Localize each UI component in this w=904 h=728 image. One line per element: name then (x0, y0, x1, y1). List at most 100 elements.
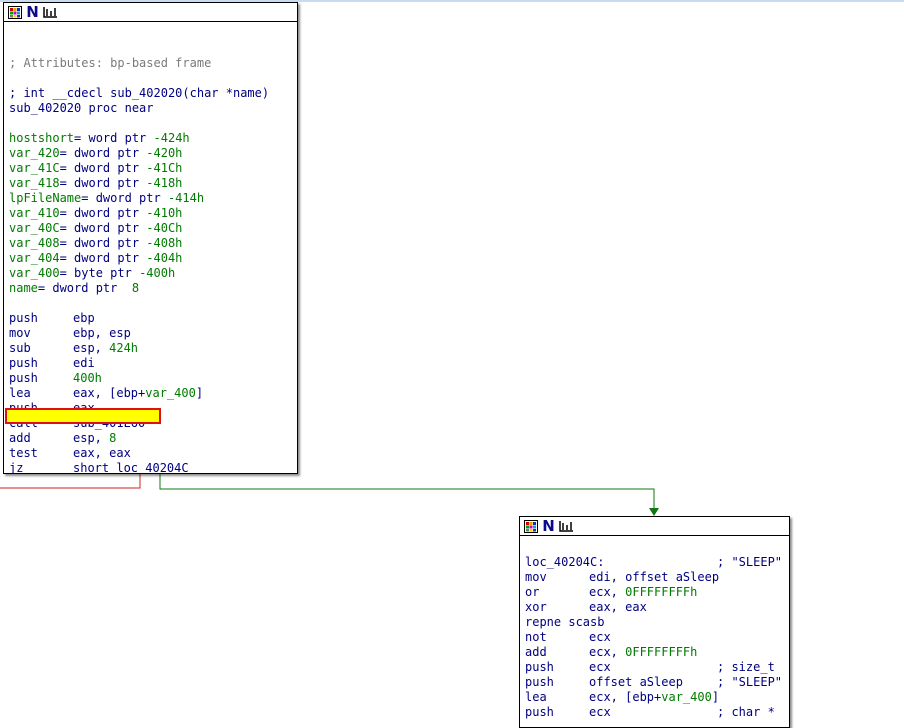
code-line[interactable]: push ecx ; size_t (525, 660, 789, 675)
code-line[interactable]: push edi (9, 356, 297, 371)
mnemonic: push (525, 675, 554, 689)
operand: ecx, (589, 585, 626, 599)
code-line[interactable]: var_410= dword ptr -410h (9, 206, 297, 221)
mnemonic: add (525, 645, 547, 659)
code-line[interactable]: lpFileName= dword ptr -414h (9, 191, 297, 206)
code-block-sub-402020[interactable]: N ; Attributes: bp-based frame ; int __cd… (3, 2, 298, 474)
code-line[interactable]: name= dword ptr 8 (9, 281, 297, 296)
code-comment: ; int __cdecl sub_402020(char *name) (9, 86, 270, 100)
code-line[interactable]: test eax, eax (9, 446, 297, 461)
operand: var_400 (661, 690, 712, 704)
code-line[interactable]: not ecx (525, 630, 789, 645)
operands: ecx, 0FFFFFFFFh (589, 645, 697, 659)
stack-var-name: var_41C (9, 161, 60, 175)
stack-var-name: name (9, 281, 38, 295)
stack-var-type: = dword ptr (59, 221, 147, 235)
stack-var-type: = dword ptr (59, 176, 147, 190)
code-line[interactable]: loc_40204C: ; "SLEEP" (525, 555, 789, 570)
mnemonic: sub (9, 341, 31, 355)
code-line[interactable] (9, 41, 297, 56)
code-line[interactable]: var_408= dword ptr -408h (9, 236, 297, 251)
operands: eax, [ebp+var_400] (73, 386, 203, 400)
code-line[interactable]: push ebp (9, 311, 297, 326)
code-line[interactable] (9, 26, 297, 41)
color-grid-icon[interactable] (523, 519, 538, 533)
mnemonic: push (9, 311, 38, 325)
code-line[interactable]: repne scasb (525, 615, 789, 630)
code-comment: ; "SLEEP" (717, 555, 783, 569)
code-line[interactable]: sub_402020 proc near (9, 101, 297, 116)
code-line[interactable]: var_400= byte ptr -400h (9, 266, 297, 281)
code-line[interactable] (9, 296, 297, 311)
code-line[interactable]: push offset aSleep ; "SLEEP" (525, 675, 789, 690)
code-line[interactable]: var_420= dword ptr -420h (9, 146, 297, 161)
code-line[interactable]: add ecx, 0FFFFFFFFh (525, 645, 789, 660)
operand: var_400 (145, 386, 196, 400)
operand: ] (195, 386, 204, 400)
code-line[interactable] (9, 71, 297, 86)
operands: offset aSleep (589, 675, 717, 690)
stack-var-offset: -424h (153, 131, 190, 145)
code-line[interactable]: lea eax, [ebp+var_400] (9, 386, 297, 401)
code-line[interactable]: jz short loc_40204C (9, 461, 297, 473)
code-block-loc-40204c[interactable]: N loc_40204C: ; "SLEEP" mov edi, offset aSl… (519, 516, 790, 728)
code-line[interactable] (525, 540, 789, 555)
mnemonic: test (9, 446, 38, 460)
code-label: loc_40204C: (525, 555, 605, 569)
code-line[interactable]: var_418= dword ptr -418h (9, 176, 297, 191)
color-grid-icon[interactable] (7, 5, 22, 19)
n-letter-icon[interactable]: N (541, 519, 556, 534)
operand: 8 (109, 431, 117, 445)
mnemonic: push (9, 356, 38, 370)
mnemonic: not (525, 630, 547, 644)
operands: ecx, [ebp+var_400] (589, 690, 719, 704)
code-comment: ; "SLEEP" (717, 675, 783, 689)
code-line[interactable]: mov ebp, esp (9, 326, 297, 341)
stack-var-offset: -40Ch (146, 221, 183, 235)
graph-layout-icon[interactable] (43, 5, 58, 19)
mnemonic: mov (9, 326, 31, 340)
node-listing: ; Attributes: bp-based frame ; int __cdec… (4, 22, 297, 473)
false-branch-edge[interactable] (0, 473, 141, 489)
operands: ecx (589, 630, 611, 644)
operand: ebp, esp (73, 326, 131, 340)
code-line[interactable]: add esp, 8 (9, 431, 297, 446)
operands: eax, eax (589, 600, 647, 614)
stack-var-type: = dword ptr (37, 281, 132, 295)
code-line[interactable]: or ecx, 0FFFFFFFFh (525, 585, 789, 600)
true-branch-edge[interactable] (159, 473, 655, 510)
code-line[interactable]: var_40C= dword ptr -40Ch (9, 221, 297, 236)
operand: 0FFFFFFFFh (625, 645, 698, 659)
code-line[interactable]: lea ecx, [ebp+var_400] (525, 690, 789, 705)
operand: ecx (589, 630, 611, 644)
mnemonic: or (525, 585, 540, 599)
code-line[interactable] (9, 116, 297, 131)
n-letter-icon[interactable]: N (25, 5, 40, 20)
operand: edi, offset aSleep (589, 570, 720, 584)
code-line[interactable]: var_404= dword ptr -404h (9, 251, 297, 266)
operands: eax, eax (73, 446, 131, 460)
operand: eax, eax (73, 446, 131, 460)
mnemonic: lea (9, 386, 31, 400)
mnemonic: lea (525, 690, 547, 704)
code-line[interactable]: ; int __cdecl sub_402020(char *name) (9, 86, 297, 101)
mnemonic: push (9, 371, 38, 385)
graph-layout-icon[interactable] (559, 519, 574, 533)
code-line[interactable]: mov edi, offset aSleep (525, 570, 789, 585)
code-line[interactable]: push 400h (9, 371, 297, 386)
stack-var-offset: -410h (146, 206, 183, 220)
stack-var-name: var_418 (9, 176, 60, 190)
code-line[interactable]: sub esp, 424h (9, 341, 297, 356)
stack-var-name: hostshort (9, 131, 75, 145)
code-line[interactable]: ; Attributes: bp-based frame (9, 56, 297, 71)
stack-var-name: var_40C (9, 221, 60, 235)
mnemonic: push (525, 660, 554, 674)
code-line[interactable]: xor eax, eax (525, 600, 789, 615)
code-line[interactable]: hostshort= word ptr -424h (9, 131, 297, 146)
code-text: repne scasb (525, 615, 605, 629)
code-line[interactable]: var_41C= dword ptr -41Ch (9, 161, 297, 176)
stack-var-offset: -420h (146, 146, 183, 160)
mnemonic: mov (525, 570, 547, 584)
operands: ebp, esp (73, 326, 131, 340)
code-comment: ; Attributes: bp-based frame (9, 56, 212, 70)
